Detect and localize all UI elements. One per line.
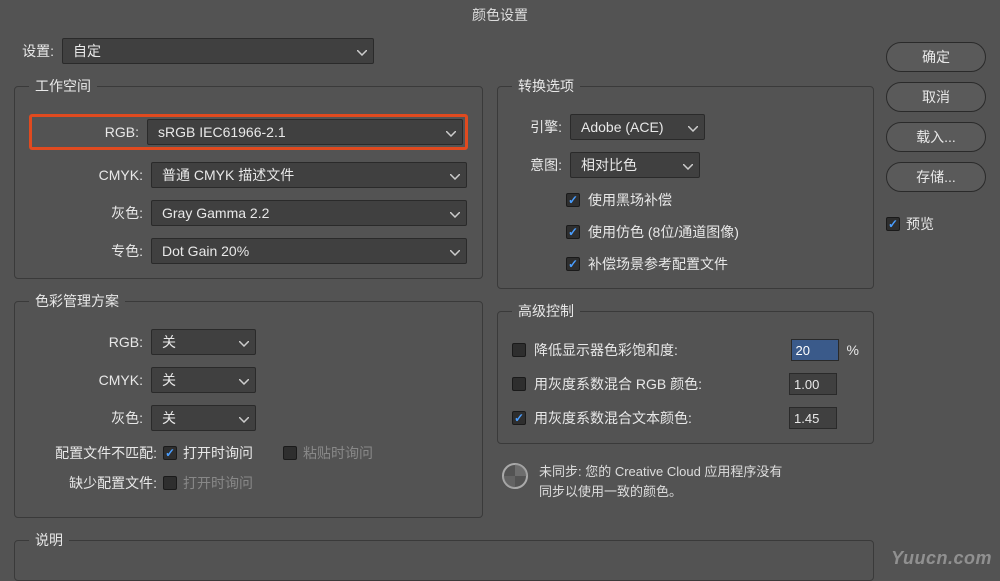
ws-cmyk-select[interactable]: 普通 CMYK 描述文件 — [151, 162, 467, 188]
sync-text-2: 同步以使用一致的颜色。 — [539, 482, 782, 502]
mismatch-label: 配置文件不匹配: — [29, 443, 157, 463]
pol-gray-value: 关 — [162, 408, 176, 428]
load-button[interactable]: 载入... — [886, 122, 986, 152]
engine-select[interactable]: Adobe (ACE) — [570, 114, 705, 140]
policy-legend: 色彩管理方案 — [29, 291, 125, 311]
pol-cmyk-label: CMYK: — [29, 372, 143, 388]
missing-open-label: 打开时询问 — [183, 473, 253, 493]
dither-label: 使用仿色 (8位/通道图像) — [588, 222, 739, 242]
ws-gray-value: Gray Gamma 2.2 — [162, 205, 269, 221]
pol-gray-label: 灰色: — [29, 408, 143, 428]
blend-text-label: 用灰度系数混合文本颜色: — [534, 408, 781, 428]
ok-button[interactable]: 确定 — [886, 42, 986, 72]
blend-rgb-checkbox[interactable] — [512, 377, 526, 391]
chevron-down-icon — [239, 372, 249, 388]
pol-cmyk-value: 关 — [162, 370, 176, 390]
ws-rgb-select[interactable]: sRGB IEC61966-2.1 — [147, 119, 463, 145]
chevron-down-icon — [450, 167, 460, 183]
advanced-legend: 高级控制 — [512, 301, 580, 321]
watermark: Yuucn.com — [891, 548, 992, 569]
blend-text-input[interactable] — [789, 407, 837, 429]
chevron-down-icon — [450, 205, 460, 221]
missing-label: 缺少配置文件: — [29, 473, 157, 493]
settings-select[interactable]: 自定 — [62, 38, 374, 64]
ws-spot-label: 专色: — [29, 241, 143, 261]
rgb-highlight: RGB: sRGB IEC61966-2.1 — [29, 114, 468, 150]
intent-label: 意图: — [512, 155, 562, 175]
sync-text-1: 未同步: 您的 Creative Cloud 应用程序没有 — [539, 462, 782, 482]
dialog-title: 颜色设置 — [0, 0, 1000, 30]
preview-label: 预览 — [906, 214, 934, 234]
mismatch-open-label: 打开时询问 — [183, 443, 253, 463]
policy-fieldset: 色彩管理方案 RGB: 关 CMYK: 关 — [14, 291, 483, 518]
chevron-down-icon — [239, 334, 249, 350]
chevron-down-icon — [239, 410, 249, 426]
conversion-fieldset: 转换选项 引擎: Adobe (ACE) 意图: 相对比色 — [497, 76, 874, 289]
chevron-down-icon — [683, 157, 693, 173]
blend-rgb-label: 用灰度系数混合 RGB 颜色: — [534, 374, 781, 394]
settings-label: 设置: — [14, 41, 54, 61]
ws-spot-select[interactable]: Dot Gain 20% — [151, 238, 467, 264]
mismatch-paste-checkbox[interactable] — [283, 446, 297, 460]
chevron-down-icon — [446, 124, 456, 140]
ws-rgb-value: sRGB IEC61966-2.1 — [158, 124, 286, 140]
chevron-down-icon — [688, 119, 698, 135]
conversion-legend: 转换选项 — [512, 76, 580, 96]
mismatch-paste-label: 粘贴时询问 — [303, 443, 373, 463]
blackpoint-checkbox[interactable] — [566, 193, 580, 207]
workspace-fieldset: 工作空间 RGB: sRGB IEC61966-2.1 CMYK: — [14, 76, 483, 279]
blend-text-checkbox[interactable] — [512, 411, 526, 425]
workspace-legend: 工作空间 — [29, 76, 97, 96]
advanced-fieldset: 高级控制 降低显示器色彩饱和度: % 用灰度系数混合 RGB 颜色: — [497, 301, 874, 444]
pol-cmyk-select[interactable]: 关 — [151, 367, 256, 393]
settings-value: 自定 — [73, 41, 101, 61]
intent-select[interactable]: 相对比色 — [570, 152, 700, 178]
blend-rgb-input[interactable] — [789, 373, 837, 395]
engine-value: Adobe (ACE) — [581, 119, 663, 135]
mismatch-open-checkbox[interactable] — [163, 446, 177, 460]
engine-label: 引擎: — [512, 117, 562, 137]
pol-gray-select[interactable]: 关 — [151, 405, 256, 431]
ws-rgb-label: RGB: — [34, 124, 139, 140]
ws-gray-select[interactable]: Gray Gamma 2.2 — [151, 200, 467, 226]
desat-label: 降低显示器色彩饱和度: — [534, 340, 783, 360]
chevron-down-icon — [357, 43, 367, 59]
pol-rgb-select[interactable]: 关 — [151, 329, 256, 355]
description-fieldset: 说明 — [14, 530, 874, 581]
description-legend: 说明 — [29, 530, 69, 550]
intent-value: 相对比色 — [581, 155, 637, 175]
missing-open-checkbox[interactable] — [163, 476, 177, 490]
desat-checkbox[interactable] — [512, 343, 526, 357]
pol-rgb-label: RGB: — [29, 334, 143, 350]
desat-input[interactable] — [791, 339, 839, 361]
save-button[interactable]: 存储... — [886, 162, 986, 192]
compensate-label: 补偿场景参考配置文件 — [588, 254, 728, 274]
ws-cmyk-label: CMYK: — [29, 167, 143, 183]
ws-gray-label: 灰色: — [29, 203, 143, 223]
cancel-button[interactable]: 取消 — [886, 82, 986, 112]
desat-unit: % — [847, 342, 859, 358]
sync-status: 未同步: 您的 Creative Cloud 应用程序没有 同步以使用一致的颜色… — [497, 462, 874, 501]
pol-rgb-value: 关 — [162, 332, 176, 352]
compensate-checkbox[interactable] — [566, 257, 580, 271]
chevron-down-icon — [450, 243, 460, 259]
sync-icon — [501, 462, 529, 490]
ws-spot-value: Dot Gain 20% — [162, 243, 249, 259]
dither-checkbox[interactable] — [566, 225, 580, 239]
blackpoint-label: 使用黑场补偿 — [588, 190, 672, 210]
ws-cmyk-value: 普通 CMYK 描述文件 — [162, 165, 294, 185]
preview-checkbox[interactable] — [886, 217, 900, 231]
